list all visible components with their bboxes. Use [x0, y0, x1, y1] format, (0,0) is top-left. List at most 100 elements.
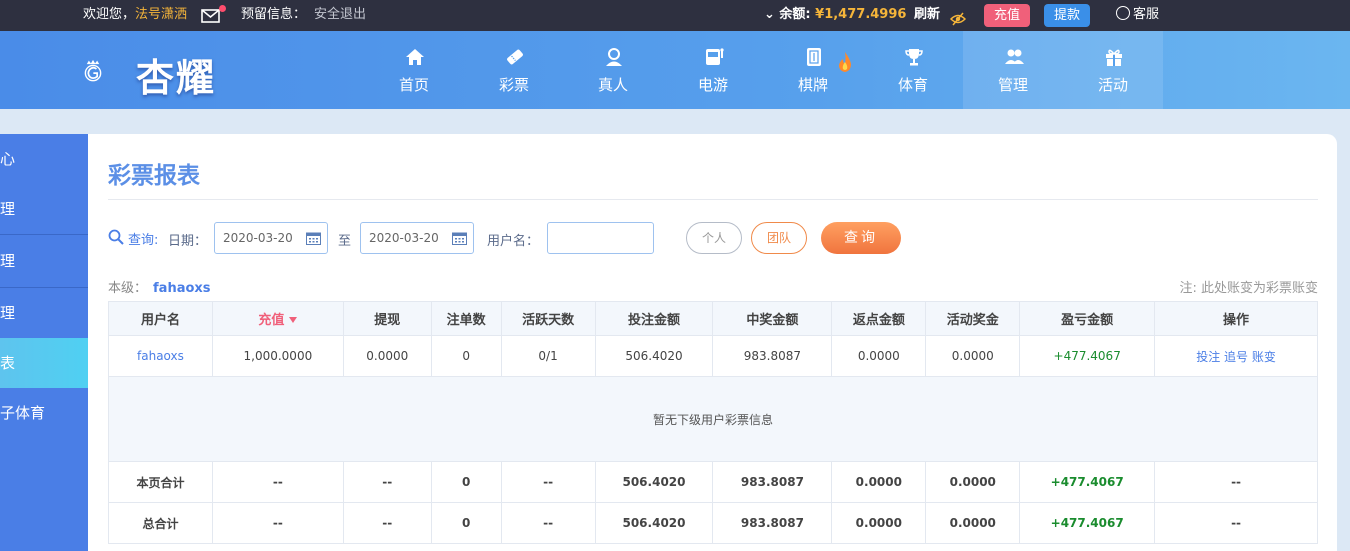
nav-activities[interactable]: 活动 — [1063, 31, 1163, 109]
grand-total-row: 总合计 -- -- 0 -- 506.4020 983.8087 0.0000 … — [108, 502, 1318, 544]
team-button[interactable]: 团队 — [751, 222, 807, 254]
page-total-label: 本页合计 — [108, 461, 213, 503]
hot-flame-icon — [839, 52, 851, 72]
balance-value: ¥1,477.4996 — [815, 7, 907, 22]
cell-profit: +477.4067 — [1019, 335, 1156, 377]
col-recharge-sort[interactable]: 充值 — [211, 301, 344, 336]
account-change-link[interactable]: 账变 — [1252, 350, 1276, 364]
grand-total-cell: 0.0000 — [831, 502, 927, 544]
sidebar-item-esports[interactable]: 子体育 — [0, 388, 88, 438]
calendar-icon[interactable] — [452, 231, 467, 245]
refresh-link[interactable]: 刷新 — [914, 0, 940, 31]
nav-label-egames: 电游 — [697, 76, 728, 94]
cell-recharge: 1,000.0000 — [211, 335, 344, 377]
page-total-cell: 0 — [430, 461, 502, 503]
sidebar-item-report[interactable]: 表 — [0, 338, 88, 388]
nav-home[interactable]: 首页 — [364, 31, 464, 109]
page-total-row: 本页合计 -- -- 0 -- 506.4020 983.8087 0.0000… — [108, 461, 1318, 503]
page-total-cell: -- — [1154, 461, 1318, 503]
sidebar-item-center[interactable]: 心 — [0, 134, 88, 184]
grand-total-cell: 0.0000 — [925, 502, 1021, 544]
recharge-button[interactable]: 充值 — [984, 4, 1031, 27]
col-win-amount: 中奖金额 — [712, 301, 833, 336]
cell-win-amount: 983.8087 — [712, 335, 833, 377]
cards-icon — [807, 48, 821, 66]
date-to-value: 2020-03-20 — [369, 231, 439, 245]
chat-icon — [1116, 6, 1130, 20]
nav-manage[interactable]: 管理 — [963, 31, 1063, 109]
service-label: 客服 — [1133, 7, 1160, 22]
chase-record-link[interactable]: 追号 — [1224, 350, 1248, 364]
col-bet-amount: 投注金额 — [594, 301, 714, 336]
date-from-input[interactable]: 2020-03-20 — [214, 222, 328, 254]
top-bar: 欢迎您，法号潇洒 预留信息： 安全退出 ⌄ 余额: ¥1,477.4996 刷新… — [0, 0, 1350, 31]
bet-record-link[interactable]: 投注 — [1196, 350, 1220, 364]
page-title: 彩票报表 — [108, 163, 200, 189]
customer-service-link[interactable]: 客服 — [1116, 0, 1159, 31]
trophy-icon — [905, 49, 923, 66]
note-text: 注: 此处账变为彩票账变 — [1179, 281, 1318, 296]
grand-total-cell: -- — [211, 502, 344, 544]
report-table: 用户名 充值 提现 注单数 活跃天数 投注金额 中奖金额 返点金额 活动奖金 盈… — [108, 301, 1318, 544]
users-icon — [1005, 49, 1024, 64]
query-label: 查询: — [128, 233, 159, 248]
cell-actions: 投注 追号 账变 — [1154, 335, 1318, 377]
page-total-cell: 983.8087 — [712, 461, 833, 503]
reserved-info-label: 预留信息： — [241, 7, 307, 22]
grand-total-cell: -- — [1154, 502, 1318, 544]
page-total-cell: -- — [500, 461, 596, 503]
nav-label-activities: 活动 — [1097, 76, 1128, 94]
nav-live[interactable]: 真人 — [563, 31, 663, 109]
balance-label: 余额: — [779, 7, 811, 22]
page-total-profit: +477.4067 — [1019, 461, 1156, 503]
nav-sports[interactable]: 体育 — [863, 31, 963, 109]
cell-active-days: 0/1 — [500, 335, 596, 377]
grand-total-cell: 506.4020 — [594, 502, 714, 544]
nav-egames[interactable]: 电游 — [663, 31, 763, 109]
date-to-input[interactable]: 2020-03-20 — [360, 222, 474, 254]
search-button[interactable]: 查询 — [821, 222, 901, 254]
welcome-text: 欢迎您，法号潇洒 — [83, 0, 187, 31]
level-info: 本级： fahaoxs — [108, 277, 211, 296]
page-total-cell: 0.0000 — [831, 461, 927, 503]
logo-text[interactable]: 杏耀 — [136, 47, 216, 102]
home-icon — [406, 49, 424, 65]
empty-row: 暂无下级用户彩票信息 — [108, 376, 1318, 462]
username-label: 用户名： — [487, 234, 540, 249]
mail-icon[interactable] — [201, 5, 226, 24]
to-label: 至 — [338, 234, 352, 249]
personal-button[interactable]: 个人 — [686, 222, 742, 254]
withdraw-button[interactable]: 提款 — [1044, 4, 1091, 27]
cell-rebate: 0.0000 — [831, 335, 927, 377]
nav-lottery[interactable]: 彩票 — [464, 31, 564, 109]
nav-label-sports: 体育 — [897, 76, 928, 94]
welcome-label: 欢迎您， — [83, 7, 136, 22]
chevron-down-icon[interactable]: ⌄ — [764, 7, 779, 22]
username-input[interactable] — [547, 222, 654, 254]
cell-bonus: 0.0000 — [925, 335, 1021, 377]
cell-withdraw: 0.0000 — [342, 335, 432, 377]
level-label: 本级： — [108, 281, 148, 296]
date-label: 日期： — [168, 234, 208, 249]
grand-total-cell: -- — [500, 502, 596, 544]
table-header-row: 用户名 充值 提现 注单数 活跃天数 投注金额 中奖金额 返点金额 活动奖金 盈… — [108, 301, 1318, 336]
nickname: 法号潇洒 — [135, 7, 188, 22]
sidebar-divider — [0, 234, 88, 235]
sidebar-item-manage-2[interactable]: 理 — [0, 236, 88, 286]
nav-label-cards: 棋牌 — [797, 76, 828, 94]
grand-total-cell: 0 — [430, 502, 502, 544]
sidebar-item-manage-1[interactable]: 理 — [0, 184, 88, 234]
logout-link[interactable]: 安全退出 — [314, 0, 366, 31]
cell-username-link[interactable]: fahaoxs — [108, 335, 213, 377]
search-icon — [108, 229, 124, 245]
eye-hidden-icon[interactable] — [949, 8, 967, 26]
balance: ⌄ 余额: ¥1,477.4996 — [764, 0, 906, 31]
nav-label-lottery: 彩票 — [498, 76, 529, 94]
sidebar-item-manage-3[interactable]: 理 — [0, 288, 88, 338]
level-user-link[interactable]: fahaoxs — [153, 281, 211, 296]
grand-total-cell: -- — [342, 502, 432, 544]
nav-label-home: 首页 — [398, 76, 429, 94]
calendar-icon[interactable] — [306, 231, 321, 245]
grand-total-profit: +477.4067 — [1019, 502, 1156, 544]
logo-emblem-icon[interactable] — [84, 37, 136, 105]
